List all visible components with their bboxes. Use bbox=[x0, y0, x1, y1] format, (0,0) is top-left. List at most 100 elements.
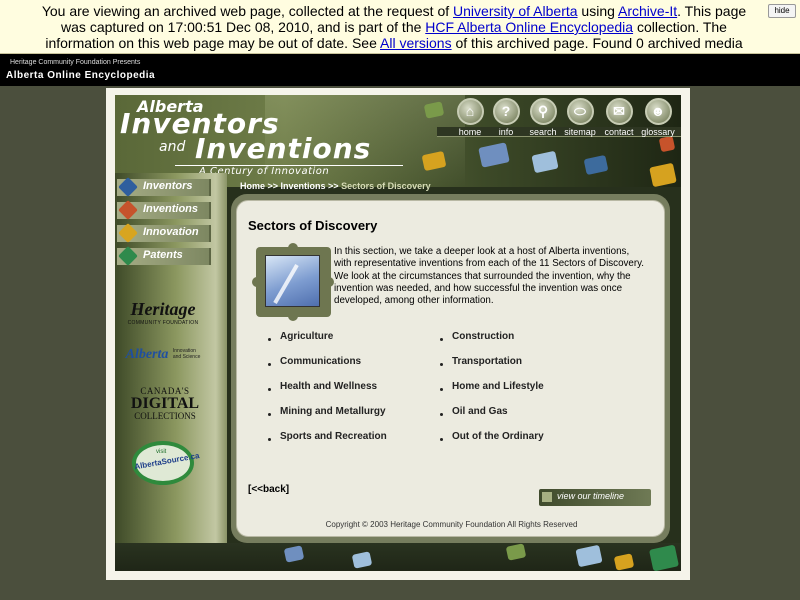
sitemap-icon: ⬭ bbox=[566, 98, 594, 125]
search-glyph: ⚲ bbox=[537, 103, 549, 119]
puzzle-piece-icon bbox=[658, 135, 676, 153]
puzzle-piece-icon bbox=[531, 150, 559, 174]
puzzle-piece-icon bbox=[478, 142, 510, 168]
nav-contact[interactable]: ✉ contact bbox=[597, 98, 641, 137]
bullet-icon bbox=[268, 413, 271, 416]
nav-sitemap-label: sitemap bbox=[564, 127, 596, 137]
contact-icon: ✉ bbox=[605, 98, 633, 125]
bullet-icon bbox=[440, 438, 443, 441]
archive-text-1: You are viewing an archived web page, co… bbox=[41, 3, 454, 19]
glossary-glyph: ☻ bbox=[650, 103, 666, 119]
sidebar-item-inventors[interactable]: Inventors bbox=[117, 177, 211, 197]
sidebar-item-inventions[interactable]: Inventions bbox=[117, 200, 211, 220]
puzzle-piece-icon bbox=[583, 154, 609, 176]
hcf-presents-text: Heritage Community Foundation Presents bbox=[10, 59, 141, 66]
puzzle-piece-icon bbox=[575, 544, 603, 568]
heritage-foundation-logo[interactable]: Heritage COMMUNITY FOUNDATION bbox=[123, 299, 203, 326]
home-icon: ⌂ bbox=[456, 98, 484, 125]
sector-link-transportation[interactable]: Transportation bbox=[452, 356, 522, 367]
sector-link-construction[interactable]: Construction bbox=[452, 331, 514, 342]
breadcrumb-inventions[interactable]: Inventions bbox=[281, 181, 326, 191]
nav-glossary[interactable]: ☻ glossary bbox=[636, 98, 680, 137]
puzzle-piece-icon bbox=[283, 545, 305, 563]
bullet-icon bbox=[268, 438, 271, 441]
nav-glossary-label: glossary bbox=[641, 127, 675, 137]
info-icon: ? bbox=[492, 98, 520, 125]
page-title: Sectors of Discovery bbox=[248, 218, 378, 233]
sector-link-oil-and-gas[interactable]: Oil and Gas bbox=[452, 406, 508, 417]
info-glyph: ? bbox=[501, 103, 511, 119]
sidebar-item-label: Innovation bbox=[143, 226, 199, 238]
archive-banner: You are viewing an archived web page, co… bbox=[0, 0, 800, 67]
sector-link-out-of-the-ordinary[interactable]: Out of the Ordinary bbox=[452, 431, 544, 442]
alberta-innovation-logo[interactable]: Alberta Innovation and Science bbox=[123, 345, 203, 363]
search-icon: ⚲ bbox=[529, 98, 557, 125]
puzzle-tab bbox=[252, 277, 262, 287]
canada-logo-line2: DIGITAL bbox=[130, 395, 200, 412]
alberta-logo-sub2: and Science bbox=[172, 353, 201, 360]
sidebar-item-label: Inventions bbox=[143, 203, 199, 215]
contact-glyph: ✉ bbox=[613, 103, 625, 119]
archive-it-link[interactable]: Archive-It bbox=[618, 3, 677, 19]
bullet-icon bbox=[268, 338, 271, 341]
puzzle-tab bbox=[324, 277, 334, 287]
bullet-icon bbox=[440, 338, 443, 341]
sidebar-item-patents[interactable]: Patents bbox=[117, 246, 211, 266]
puzzle-piece-icon bbox=[118, 200, 138, 220]
all-versions-link[interactable]: All versions bbox=[380, 35, 452, 51]
home-glyph: ⌂ bbox=[465, 103, 475, 119]
timeline-icon bbox=[542, 492, 552, 502]
photo-highlight bbox=[273, 263, 299, 305]
nav-contact-label: contact bbox=[604, 127, 634, 137]
canada-logo-line3: COLLECTIONS bbox=[134, 411, 196, 421]
albertasource-logo[interactable]: visit AlbertaSource.ca bbox=[123, 441, 203, 485]
puzzle-piece-icon bbox=[648, 544, 680, 571]
sector-link-home-and-lifestyle[interactable]: Home and Lifestyle bbox=[452, 381, 544, 392]
sector-link-mining-and-metallurgy[interactable]: Mining and Metallurgy bbox=[280, 406, 386, 417]
logo-and: and bbox=[159, 139, 186, 155]
view-timeline-label: view our timeline bbox=[557, 491, 625, 501]
sector-link-sports-and-recreation[interactable]: Sports and Recreation bbox=[280, 431, 387, 442]
nav-sitemap[interactable]: ⬭ sitemap bbox=[558, 98, 602, 137]
alberta-logo-text: Alberta bbox=[125, 347, 169, 362]
canadas-digital-collections-logo[interactable]: CANADA'S DIGITAL COLLECTIONS bbox=[123, 386, 207, 421]
puzzle-piece-icon bbox=[118, 223, 138, 243]
sidebar-item-label: Patents bbox=[143, 249, 183, 261]
sector-link-health-and-wellness[interactable]: Health and Wellness bbox=[280, 381, 377, 392]
heritage-logo-subtext: COMMUNITY FOUNDATION bbox=[127, 320, 199, 326]
back-link[interactable]: [<<back] bbox=[248, 484, 289, 495]
sitemap-glyph: ⬭ bbox=[574, 103, 586, 119]
site-canvas: Alberta Inventors and Inventions A Centu… bbox=[115, 95, 681, 571]
bullet-icon bbox=[440, 388, 443, 391]
puzzle-piece-icon bbox=[118, 246, 138, 266]
left-sidebar: Inventors Inventions Innovation Patents bbox=[115, 173, 227, 571]
footer-puzzle-strip bbox=[115, 543, 681, 571]
alberta-logo-subtext: Innovation and Science bbox=[173, 348, 201, 360]
albertasource-visit-text: visit bbox=[156, 449, 167, 455]
bullet-icon bbox=[440, 413, 443, 416]
encyclopedia-title[interactable]: Alberta Online Encyclopedia bbox=[6, 70, 155, 81]
sector-link-communications[interactable]: Communications bbox=[280, 356, 361, 367]
breadcrumb-separator: >> bbox=[325, 181, 342, 191]
hide-button[interactable]: hide bbox=[768, 4, 796, 18]
page-frame: Alberta Inventors and Inventions A Centu… bbox=[106, 88, 690, 580]
breadcrumb-current: Sectors of Discovery bbox=[341, 181, 431, 191]
sidebar-item-innovation[interactable]: Innovation bbox=[117, 223, 211, 243]
content-panel: Sectors of Discovery In this section, we… bbox=[236, 200, 665, 537]
puzzle-piece-icon bbox=[613, 553, 635, 571]
view-timeline-button[interactable]: view our timeline bbox=[539, 489, 651, 506]
albertasource-ring: visit AlbertaSource.ca bbox=[132, 441, 200, 485]
puzzle-piece-icon bbox=[118, 177, 138, 197]
collection-link[interactable]: HCF Alberta Online Encyclopedia bbox=[425, 19, 633, 35]
invention-photo bbox=[265, 255, 320, 307]
puzzle-piece-icon bbox=[505, 543, 527, 561]
university-of-alberta-link[interactable]: University of Alberta bbox=[453, 3, 578, 19]
intro-puzzle-image bbox=[252, 243, 334, 321]
sector-link-agriculture[interactable]: Agriculture bbox=[280, 331, 333, 342]
breadcrumb-home[interactable]: Home bbox=[240, 181, 265, 191]
intro-paragraph: In this section, we take a deeper look a… bbox=[334, 246, 645, 307]
heritage-logo-text: Heritage bbox=[130, 299, 196, 319]
puzzle-tab bbox=[288, 311, 298, 321]
archive-text-2: using bbox=[577, 3, 619, 19]
puzzle-piece-icon bbox=[351, 551, 373, 569]
